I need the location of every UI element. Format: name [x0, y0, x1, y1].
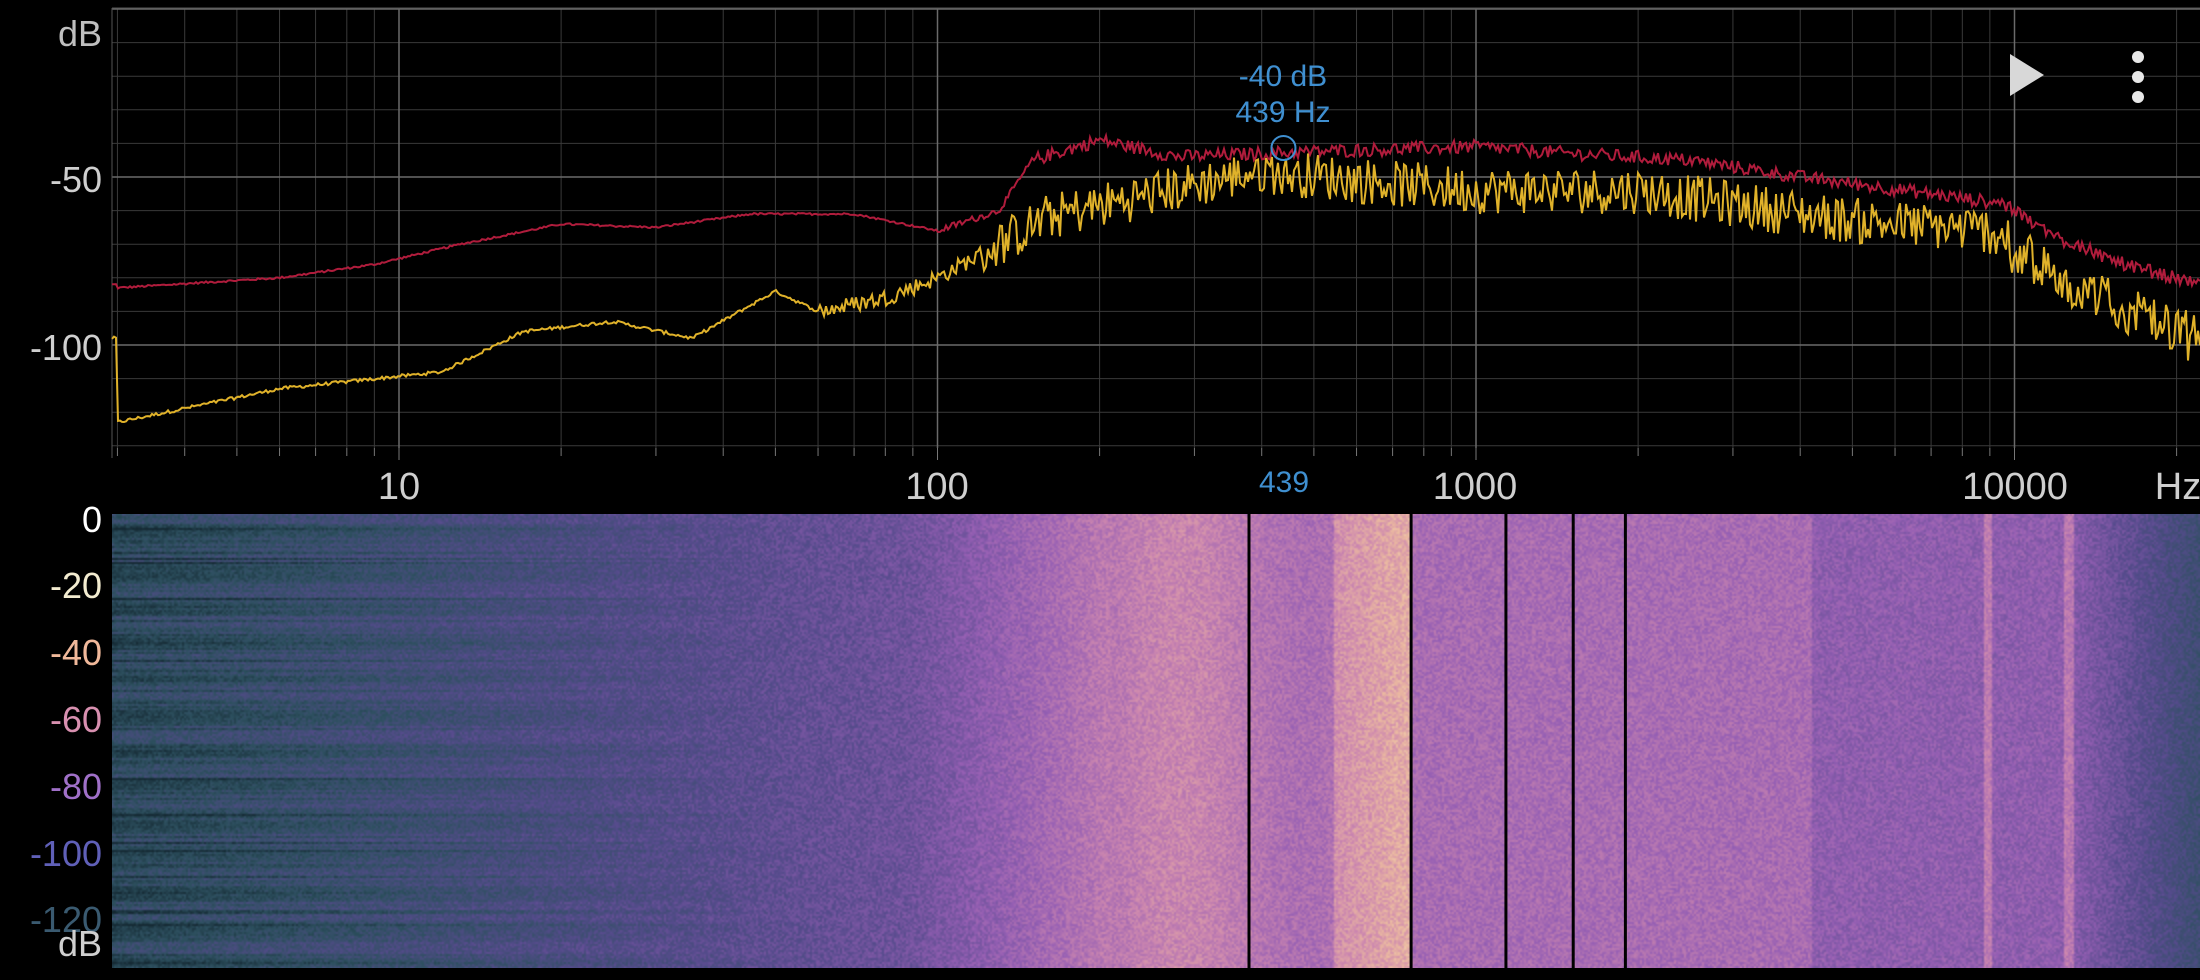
- overflow-menu-button[interactable]: [2118, 50, 2158, 104]
- cursor-marker[interactable]: [1270, 135, 1297, 161]
- spectrogram-db-tick-40: -40: [49, 632, 102, 673]
- y-unit-label: dB: [57, 13, 102, 54]
- play-icon: [2010, 54, 2044, 96]
- x-tick-10000: 10000: [1962, 466, 2068, 508]
- spectrum-plot[interactable]: [0, 0, 2200, 505]
- cursor-hz-readout: 439 Hz: [1235, 96, 1331, 129]
- x-tick-1000: 1000: [1432, 466, 1518, 508]
- cursor-db-readout: -40 dB: [1238, 60, 1328, 93]
- spectrogram-db-tick-20: -20: [49, 565, 102, 606]
- x-unit-label: Hz: [2154, 466, 2200, 508]
- cursor-axis-label: 439: [1258, 466, 1310, 499]
- spectrogram-unit-label: dB: [57, 923, 102, 964]
- spectrum-analyzer-app: dB -50 -100 10 100 1000 10000 Hz -40 dB …: [0, 0, 2200, 980]
- peak-hold-trace: [111, 131, 2200, 290]
- play-button[interactable]: [2004, 50, 2054, 100]
- spectrogram-db-tick-100: -100: [29, 833, 102, 874]
- y-tick-minus-50: -50: [49, 159, 102, 200]
- spectrogram-db-tick-60: -60: [49, 699, 102, 740]
- spectrogram[interactable]: [112, 514, 2200, 968]
- x-tick-10: 10: [377, 466, 421, 508]
- spectrogram-db-tick-80: -80: [49, 766, 102, 807]
- more-vert-icon: [2132, 51, 2144, 103]
- spectrogram-markers: [1247, 514, 1627, 968]
- y-tick-minus-100: -100: [29, 327, 102, 368]
- x-tick-100: 100: [905, 466, 969, 508]
- spectrogram-db-tick-0: 0: [81, 499, 102, 540]
